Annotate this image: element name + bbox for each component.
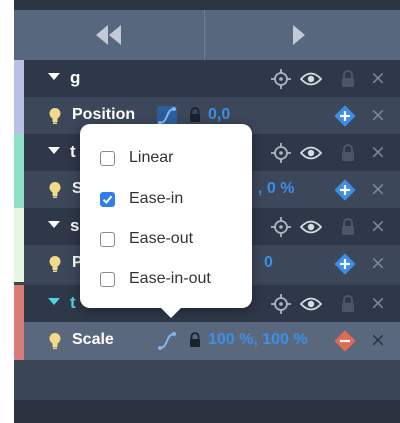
target-icon[interactable] [269,215,293,239]
target-icon[interactable] [269,67,293,91]
transport-divider [204,10,205,60]
expand-caret-icon[interactable] [48,73,60,80]
lightbulb-icon[interactable] [48,332,62,350]
layer-color-swatch [14,97,24,134]
play-button[interactable] [279,18,319,52]
layer-name[interactable]: g [70,68,80,88]
layer-color-swatch [14,171,24,208]
eye-icon[interactable] [299,141,323,165]
add-keyframe-icon[interactable] [333,178,357,202]
easing-option-ease-in-out[interactable]: Ease-in-out [100,265,245,293]
layer-color-swatch [14,60,24,97]
option-label: Ease-in-out [129,270,211,287]
property-name: Position [72,106,136,123]
target-icon[interactable] [269,292,293,316]
option-label: Linear [129,149,174,166]
lock-icon[interactable] [336,67,360,91]
small-lock-icon[interactable] [188,332,202,348]
close-icon[interactable]: × [369,293,387,313]
layer-color-swatch [14,134,24,171]
eye-icon[interactable] [299,67,323,91]
property-value[interactable]: , 0 % [258,180,294,198]
property-row-selected[interactable]: Scale 100 %, 100 % × [14,322,400,360]
expand-caret-icon[interactable] [48,147,60,154]
rewind-button[interactable] [84,18,134,52]
lock-icon[interactable] [336,141,360,165]
transport-bar [14,10,400,60]
eye-icon[interactable] [299,292,323,316]
close-icon[interactable]: × [369,142,387,162]
small-lock-icon[interactable] [188,107,202,123]
lightbulb-icon[interactable] [48,181,62,199]
popup-pointer [160,307,182,318]
expand-caret-icon[interactable] [48,221,60,228]
property-value[interactable]: 100 %, 100 % [208,331,308,349]
option-label: Ease-out [129,230,194,247]
layer-color-swatch [14,208,24,245]
close-icon[interactable]: × [369,330,387,350]
add-keyframe-icon[interactable] [333,252,357,276]
target-icon[interactable] [269,141,293,165]
easing-option-linear[interactable]: Linear [100,144,245,172]
close-icon[interactable]: × [369,179,387,199]
add-keyframe-icon[interactable] [333,104,357,128]
remove-keyframe-icon[interactable] [333,329,357,353]
bottom-bar [14,400,400,423]
lock-icon[interactable] [336,215,360,239]
easing-option-ease-in[interactable]: Ease-in [100,185,245,213]
lightbulb-icon[interactable] [48,107,62,125]
rewind-icon [96,25,121,45]
close-icon[interactable]: × [369,68,387,88]
easing-curve-icon[interactable] [156,330,178,352]
play-icon [293,25,305,45]
close-icon[interactable]: × [369,253,387,273]
layer-color-swatch [14,322,24,360]
checkbox-checked[interactable] [100,191,115,207]
eye-icon[interactable] [299,215,323,239]
layer-row[interactable]: g × [14,60,400,97]
close-icon[interactable]: × [369,105,387,125]
easing-popup-menu: Linear Ease-in Ease-out Ease-in-out [80,124,252,318]
property-value[interactable]: 0 [264,254,273,272]
layer-name[interactable]: s [70,216,79,236]
checkbox-unchecked[interactable] [100,271,115,287]
property-value[interactable]: 0,0 [208,106,230,124]
easing-option-ease-out[interactable]: Ease-out [100,225,245,253]
checkmark-icon [102,195,113,204]
layer-name[interactable]: t [70,293,76,313]
expand-caret-icon[interactable] [48,298,60,305]
top-strip [14,0,400,10]
checkbox-unchecked[interactable] [100,231,115,247]
property-name: Scale [72,331,114,348]
checkbox-unchecked[interactable] [100,150,115,166]
layer-color-swatch [14,245,24,282]
lightbulb-icon[interactable] [48,255,62,273]
layer-name[interactable]: t [70,142,76,162]
lock-icon[interactable] [336,292,360,316]
option-label: Ease-in [129,190,184,207]
layer-color-swatch [14,285,24,322]
close-icon[interactable]: × [369,216,387,236]
